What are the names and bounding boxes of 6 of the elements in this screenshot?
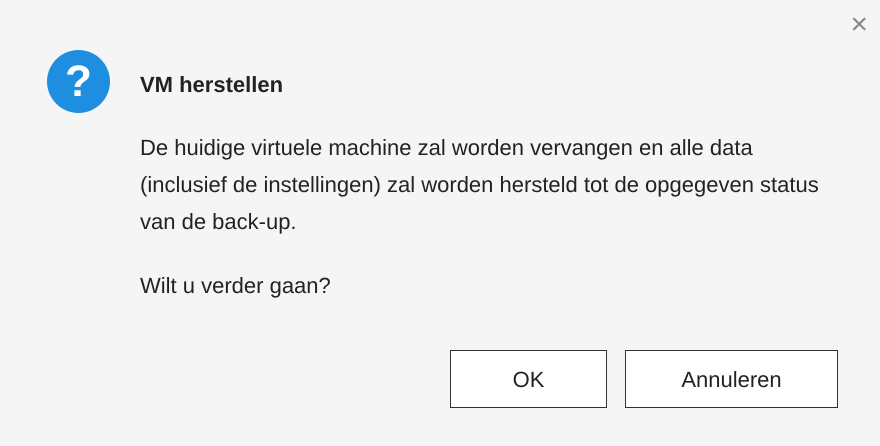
dialog-message: De huidige virtuele machine zal worden vervangen en alle data (inclusief de instellingen) zal worden hersteld tot de opgegeven status van de back-up.: [140, 134, 820, 236]
dialog-title: VM herstellen: [140, 71, 284, 99]
confirm-question: Wilt u verder gaan?: [140, 272, 332, 300]
cancel-button[interactable]: Annuleren: [625, 350, 838, 408]
help-icon: ?: [47, 50, 110, 113]
ok-button[interactable]: OK: [450, 350, 607, 408]
